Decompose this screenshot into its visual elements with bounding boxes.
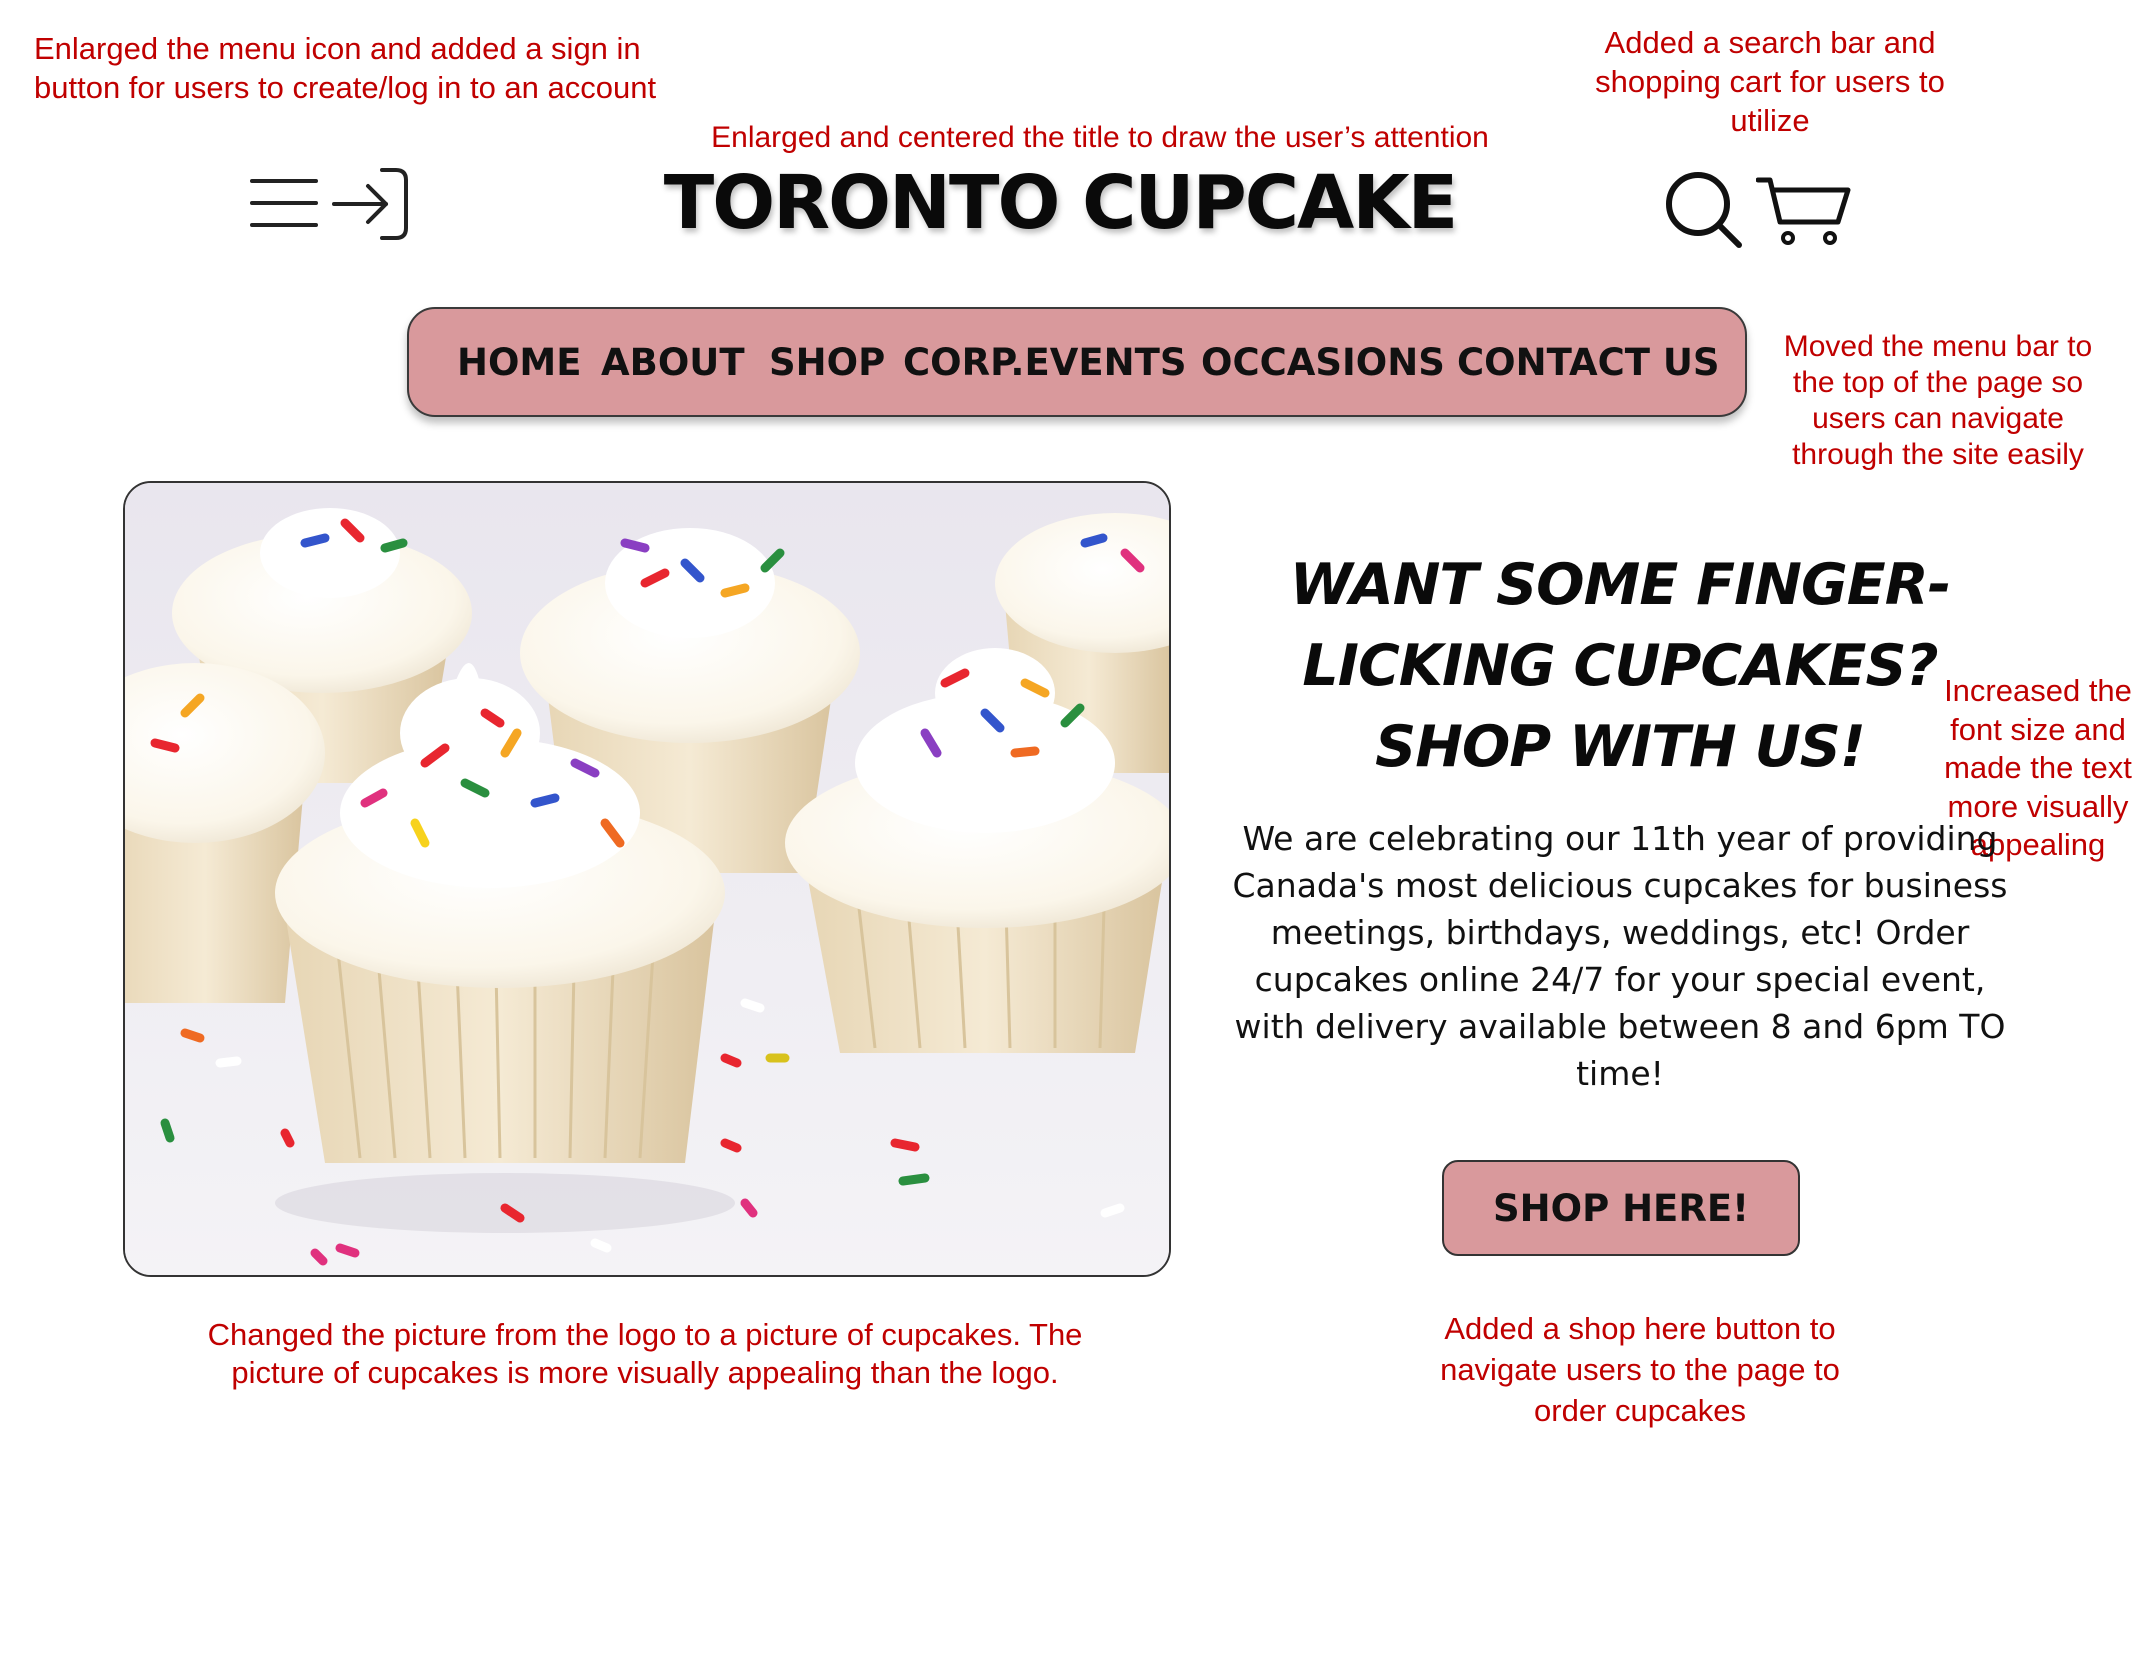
annotation-search-cart: Added a search bar and shopping cart for… (1595, 25, 1945, 138)
nav-item-occasions[interactable]: OCCASIONS (1201, 341, 1445, 384)
menu-icon[interactable] (250, 175, 318, 231)
site-title: TORONTO CUPCAKE (663, 160, 1458, 246)
annotation-menu-bar: Moved the menu bar to the top of the pag… (1783, 330, 2093, 471)
sign-in-icon[interactable] (330, 166, 410, 242)
nav-item-corp-events[interactable]: CORP.EVENTS (903, 341, 1187, 384)
nav-item-contact-us[interactable]: CONTACT US (1457, 341, 1720, 384)
nav-bar: HOME ABOUT SHOP CORP.EVENTS OCCASIONS CO… (407, 307, 1747, 417)
hero-image (123, 481, 1171, 1277)
nav-item-about[interactable]: ABOUT (601, 341, 745, 384)
search-icon[interactable] (1664, 170, 1744, 250)
annotation-shop-button: Added a shop here button to navigate use… (1440, 1311, 1840, 1428)
nav-item-home[interactable]: HOME (457, 341, 582, 384)
nav-item-shop[interactable]: SHOP (769, 341, 885, 384)
annotation-menu-signin: Enlarged the menu icon and added a sign … (34, 31, 657, 105)
annotation-picture: Changed the picture from the logo to a p… (207, 1317, 1083, 1390)
shop-here-button[interactable]: SHOP HERE! (1442, 1160, 1800, 1256)
annotation-title: Enlarged and centered the title to draw … (711, 121, 1489, 154)
hero-body: We are celebrating our 11th year of prov… (1232, 819, 2008, 1093)
hero-headline: WANT SOME FINGER-LICKING CUPCAKES? SHOP … (1289, 552, 1952, 780)
cart-icon[interactable] (1756, 176, 1852, 248)
